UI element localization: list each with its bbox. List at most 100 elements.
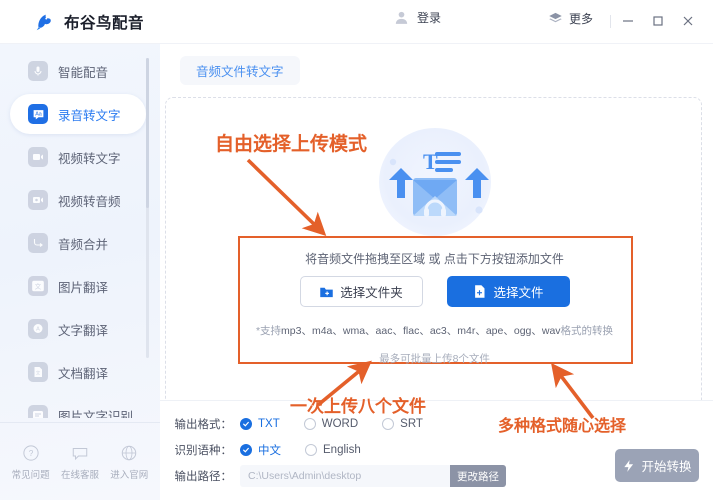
sidebar-item-label: 智能配音 [58,65,109,80]
sidebar-item-image-translate[interactable]: 文 图片翻译 [10,266,146,306]
language-label: 识别语种： [174,445,233,457]
svg-text:文: 文 [36,370,41,377]
folder-plus-icon [319,284,334,299]
divider [610,14,611,28]
sidebar-item-label: 视频转文字 [58,151,121,166]
image-translate-icon: 文 [28,276,48,296]
svg-text:?: ? [28,449,33,458]
file-plus-icon [472,284,487,299]
mic-icon [28,61,48,81]
layers-icon [548,11,563,26]
login-label: 登录 [417,11,442,25]
radio-label: 中文 [258,445,281,457]
tab-bar: 音频文件转文字 [180,56,300,85]
sidebar-item-label: 录音转文字 [58,108,121,123]
sidebar: 智能配音 Aa 录音转文字 视频转文字 视频转音频 音频合并 文 图片翻译 A … [0,44,160,500]
radio-output-word[interactable]: WORD [303,418,359,430]
dropzone-hint: 将音频文件拖拽至区域 或 点击下方按钮添加文件 [305,252,564,266]
sidebar-item-doc-translate[interactable]: 文 文档翻译 [10,352,146,392]
output-path-input[interactable] [240,465,450,487]
radio-label: TXT [258,418,280,430]
more-button[interactable]: 更多 [548,10,593,27]
help-item-label: 常见问题 [11,470,50,481]
divider [0,422,160,423]
select-file-button[interactable]: 选择文件 [446,276,570,307]
output-format-options: TXT WORD SRT [240,418,447,430]
doc-translate-icon: 文 [28,362,48,382]
envelope-audio-text-icon: T [371,126,499,238]
output-format-row: 输出格式： TXT WORD SRT [164,414,447,434]
radio-indicator [303,418,316,430]
help-item-support[interactable]: 在线客服 [56,442,104,481]
svg-text:A: A [36,327,40,333]
title-bar: 布谷鸟配音 登录 更多 [0,0,713,44]
text-translate-icon: A [28,319,48,339]
help-item-faq[interactable]: ? 常见问题 [7,442,55,481]
change-path-button[interactable]: 更改路径 [450,465,506,487]
merge-icon [28,233,48,253]
radio-indicator [240,444,252,456]
select-folder-label: 选择文件夹 [340,286,403,300]
settings-panel: 输出格式： TXT WORD SRT 识别语种： 中文 English 输出路径… [160,400,713,500]
change-path-label: 更改路径 [457,470,499,483]
output-path-row: 输出路径： 更改路径 [164,464,506,488]
formats-suffix: 格式的转换 [560,325,614,337]
question-circle-icon: ? [22,442,40,464]
sidebar-item-video-to-text[interactable]: 视频转文字 [10,137,146,177]
dropzone-formats: *支持mp3、m4a、wma、aac、flac、ac3、m4r、ape、ogg、… [166,323,703,338]
start-convert-button[interactable]: 开始转换 [615,449,699,482]
help-item-label: 进入官网 [110,470,149,481]
sidebar-item-label: 视频转音频 [58,194,121,209]
ocr-icon [28,405,48,418]
select-file-label: 选择文件 [493,286,544,300]
help-item-website[interactable]: 进入官网 [105,442,153,481]
radio-label: English [323,444,361,456]
lightning-icon [622,459,636,473]
chat-bubble-icon [71,442,89,464]
annotation-multi-format: 多种格式随心选择 [498,418,627,435]
radio-lang-chinese[interactable]: 中文 [240,442,281,458]
tab-label: 音频文件转文字 [196,65,284,79]
sidebar-scroll-thumb[interactable] [146,58,149,208]
app-logo: 布谷鸟配音 [33,11,144,33]
formats-list: mp3、m4a、wma、aac、flac、ac3、m4r、ape、ogg、wav [281,325,561,337]
sidebar-scrollbar[interactable] [146,58,149,358]
dropzone-buttons: 选择文件夹 选择文件 [166,276,703,307]
sidebar-item-ocr[interactable]: 图片文字识别 [10,395,146,418]
dropzone-limit: 最多可批量上传8个文件 [379,353,490,365]
sidebar-help-row: ? 常见问题 在线客服 进入官网 [0,442,160,500]
select-folder-button[interactable]: 选择文件夹 [299,276,423,307]
sidebar-item-smart-dubbing[interactable]: 智能配音 [10,51,146,91]
radio-label: SRT [400,418,423,430]
close-icon[interactable] [673,8,703,34]
video-text-icon [28,147,48,167]
output-path-label: 输出路径： [174,471,233,483]
radio-output-txt[interactable]: TXT [240,418,280,430]
sidebar-item-text-translate[interactable]: A 文字翻译 [10,309,146,349]
sidebar-item-audio-merge[interactable]: 音频合并 [10,223,146,263]
app-window: 布谷鸟配音 登录 更多 智能配音 Aa 录音转文字 视频转文字 视频转音频 音频… [0,0,713,500]
tab-audio-file-to-text[interactable]: 音频文件转文字 [180,56,300,85]
radio-label: WORD [321,418,359,430]
output-format-label: 输出格式： [174,419,233,431]
video-audio-icon [28,190,48,210]
language-options: 中文 English [240,442,385,458]
radio-indicator [305,444,317,456]
radio-lang-english[interactable]: English [305,444,361,456]
svg-text:Aa: Aa [35,111,42,117]
annotation-upload-mode: 自由选择上传模式 [215,134,368,155]
sidebar-item-video-to-audio[interactable]: 视频转音频 [10,180,146,220]
radio-indicator [382,418,395,430]
sidebar-nav-list: 智能配音 Aa 录音转文字 视频转文字 视频转音频 音频合并 文 图片翻译 A … [0,48,160,418]
radio-output-srt[interactable]: SRT [382,418,423,430]
sidebar-item-audio-to-text[interactable]: Aa 录音转文字 [10,94,146,134]
avatar-icon [393,9,410,26]
formats-prefix: *支持 [255,325,282,337]
app-title: 布谷鸟配音 [64,14,145,32]
login-button[interactable]: 登录 [393,9,441,26]
minimize-icon[interactable] [613,8,643,34]
maximize-icon[interactable] [643,8,673,34]
language-row: 识别语种： 中文 English [164,440,385,460]
globe-cloud-icon [120,442,138,464]
sidebar-item-label: 文字翻译 [58,323,109,338]
